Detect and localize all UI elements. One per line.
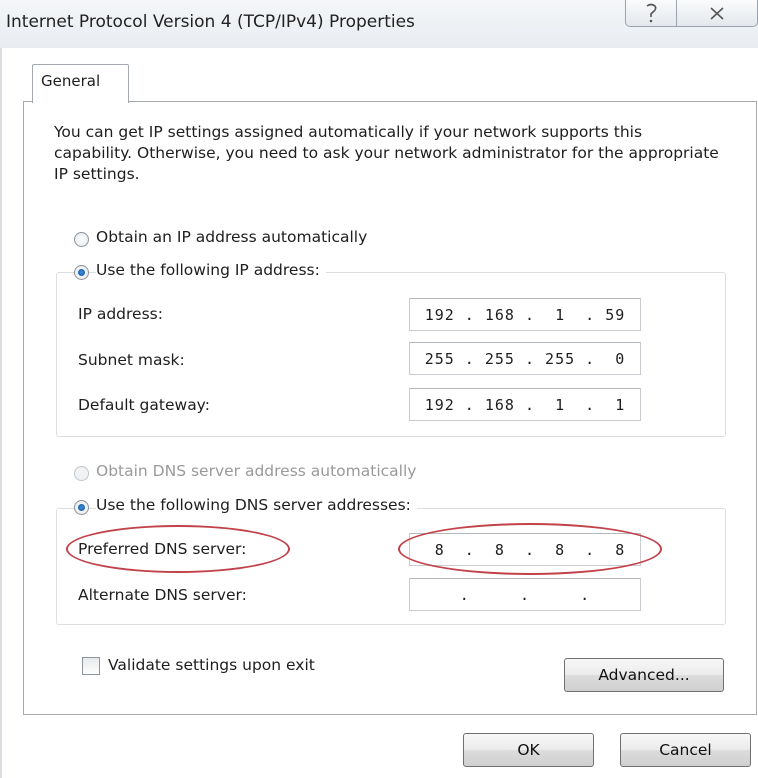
use-following-dns-label[interactable]: Use the following DNS server addresses: [96, 496, 417, 514]
tab-general-label: General [41, 72, 101, 90]
window-left-border [0, 48, 2, 778]
validate-settings-checkbox[interactable] [82, 657, 100, 675]
window-title: Internet Protocol Version 4 (TCP/IPv4) P… [6, 12, 415, 32]
ok-button[interactable]: OK [463, 733, 594, 767]
preferred-dns-label: Preferred DNS server: [78, 540, 247, 558]
obtain-dns-auto-label[interactable]: Obtain DNS server address automatically [96, 462, 416, 480]
advanced-button[interactable]: Advanced... [564, 658, 724, 692]
obtain-dns-auto-radio[interactable] [74, 466, 89, 481]
help-icon [646, 3, 657, 23]
cancel-button[interactable]: Cancel [620, 733, 751, 767]
obtain-ip-auto-radio[interactable] [74, 232, 89, 247]
ip-address-field[interactable]: 192 . 168 . 1 . 59 [409, 298, 641, 331]
default-gateway-field[interactable]: 192 . 168 . 1 . 1 [409, 388, 641, 421]
help-button[interactable] [625, 0, 677, 27]
preferred-dns-field[interactable]: 8 . 8 . 8 . 8 [409, 533, 641, 566]
close-icon [710, 7, 724, 20]
ip-address-label: IP address: [78, 305, 163, 323]
validate-settings-label[interactable]: Validate settings upon exit [108, 656, 315, 674]
use-following-ip-label[interactable]: Use the following IP address: [96, 261, 326, 279]
default-gateway-label: Default gateway: [78, 396, 210, 414]
tab-general[interactable]: General [32, 64, 129, 103]
close-button[interactable] [676, 0, 758, 27]
subnet-mask-field[interactable]: 255 . 255 . 255 . 0 [409, 342, 641, 375]
obtain-ip-auto-label[interactable]: Obtain an IP address automatically [96, 228, 367, 246]
title-bar: Internet Protocol Version 4 (TCP/IPv4) P… [0, 0, 758, 48]
intro-text: You can get IP settings assigned automat… [54, 123, 719, 183]
subnet-mask-label: Subnet mask: [78, 351, 185, 369]
alternate-dns-field[interactable]: . . . [409, 578, 641, 611]
alternate-dns-label: Alternate DNS server: [78, 586, 247, 604]
use-following-dns-radio[interactable] [74, 500, 89, 515]
use-following-ip-radio[interactable] [74, 265, 89, 280]
